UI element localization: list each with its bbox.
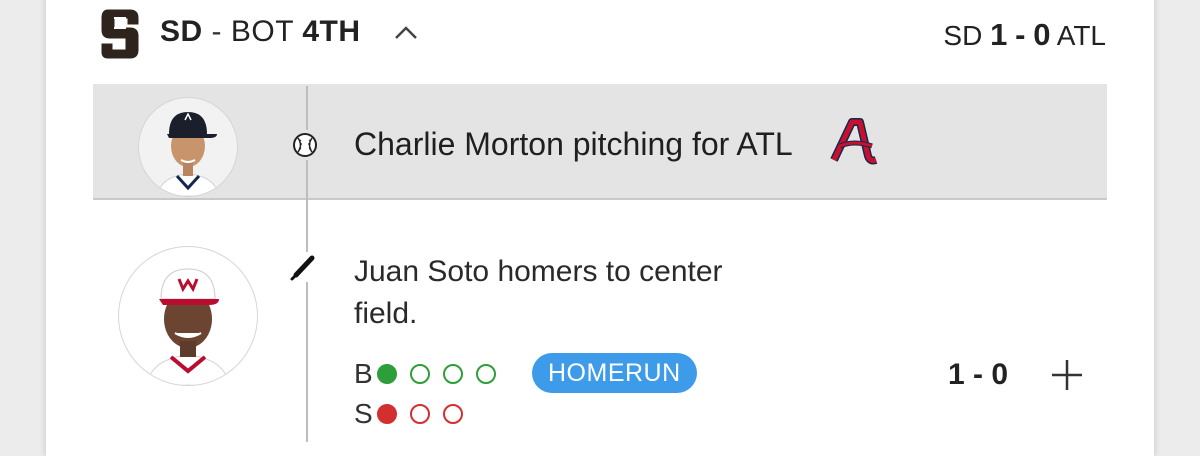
batting-team: SD bbox=[160, 15, 203, 48]
score-dash: - bbox=[1015, 17, 1026, 52]
inning-status: SD - BOT 4TH bbox=[160, 15, 361, 49]
score-home-team: SD bbox=[943, 20, 983, 51]
baseball-icon bbox=[290, 130, 320, 160]
ball-dot-filled bbox=[376, 364, 397, 384]
bat-icon bbox=[288, 252, 318, 282]
strike-dot-empty bbox=[409, 404, 430, 424]
balls-label: B bbox=[354, 358, 373, 389]
padres-logo-icon bbox=[101, 9, 139, 59]
plus-icon[interactable] bbox=[1050, 358, 1084, 392]
inning-separator: - bbox=[202, 15, 231, 48]
play-description: Juan Soto homers to center field. bbox=[354, 255, 723, 330]
ball-count: B bbox=[354, 358, 496, 390]
ball-dot-empty bbox=[475, 364, 496, 384]
braves-logo-icon bbox=[830, 118, 878, 165]
inning-number: 4TH bbox=[302, 15, 361, 48]
pitching-change-text: Charlie Morton pitching for ATL bbox=[354, 126, 793, 162]
strike-dots bbox=[373, 404, 463, 424]
strike-dot-filled bbox=[376, 404, 397, 424]
play-score: 1 - 0 bbox=[948, 358, 1009, 391]
ball-dots bbox=[373, 364, 496, 384]
batter-avatar bbox=[118, 246, 258, 386]
strikes-label: S bbox=[354, 398, 373, 429]
score-away-runs: 0 bbox=[1033, 17, 1051, 52]
score-home-runs: 1 bbox=[990, 17, 1008, 52]
inning-half: BOT bbox=[230, 15, 303, 48]
score-away-team: ATL bbox=[1056, 20, 1106, 51]
pitcher-avatar bbox=[138, 97, 238, 197]
play-type-badge: HOMERUN bbox=[532, 353, 697, 393]
chevron-up-icon[interactable] bbox=[392, 22, 420, 42]
strike-count: S bbox=[354, 398, 463, 430]
strike-dot-empty bbox=[442, 404, 463, 424]
ball-dot-empty bbox=[409, 364, 430, 384]
ball-dot-empty bbox=[442, 364, 463, 384]
game-score: SD 1 - 0 ATL bbox=[943, 17, 1106, 53]
